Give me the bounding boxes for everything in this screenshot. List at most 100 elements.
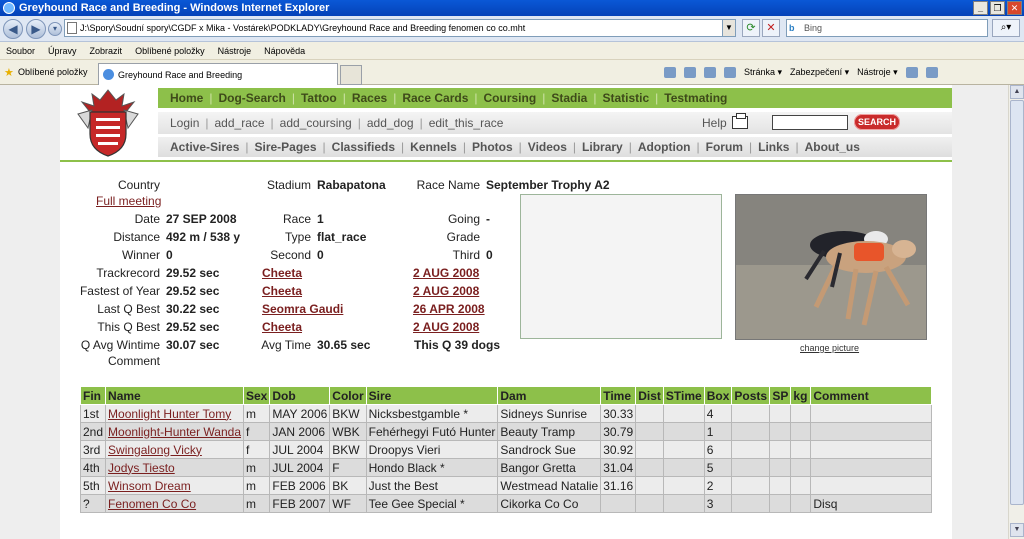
dog-link[interactable]: Winsom Dream (108, 479, 191, 493)
col-fin[interactable]: Fin (79, 386, 107, 405)
menu-security[interactable]: Zabezpečení ▾ (790, 67, 849, 78)
nav-race-cards[interactable]: Race Cards (402, 91, 468, 105)
col-name[interactable]: Name (105, 386, 244, 405)
dog-link[interactable]: Moonlight Hunter Tomy (108, 407, 231, 421)
nav-library[interactable]: Library (582, 140, 623, 154)
search-icon[interactable]: ⌕▾ (992, 19, 1020, 37)
nav-add-coursing[interactable]: add_coursing (280, 116, 352, 130)
stop-icon[interactable]: ✕ (762, 19, 780, 37)
help-icon[interactable] (905, 67, 918, 78)
vertical-scrollbar[interactable]: ▲ ▼ (1008, 85, 1024, 539)
col-sire[interactable]: Sire (365, 386, 499, 405)
close-button[interactable]: ✕ (1007, 1, 1022, 15)
greyhounds-image (736, 195, 926, 339)
menu-view[interactable]: Zobrazit (90, 46, 123, 56)
col-time[interactable]: Time (600, 386, 637, 405)
dog-link[interactable]: Fenomen Co Co (108, 497, 196, 511)
nav-coursing[interactable]: Coursing (484, 91, 537, 105)
nav-login[interactable]: Login (170, 116, 199, 130)
lastq-date-link[interactable]: 26 APR 2008 (413, 302, 485, 316)
col-stime[interactable]: STime (662, 386, 705, 405)
menu-file[interactable]: Soubor (6, 46, 35, 56)
menu-favorites[interactable]: Oblíbené položky (135, 46, 205, 56)
address-dropdown-icon[interactable]: ▼ (722, 19, 736, 37)
refresh-icon[interactable]: ⟳ (742, 19, 760, 37)
search-button[interactable]: SEARCH (854, 114, 900, 130)
col-posts[interactable]: Posts (731, 386, 771, 405)
scroll-down-icon[interactable]: ▼ (1010, 523, 1024, 537)
cell-name: Winsom Dream (105, 476, 244, 495)
video-placeholder[interactable] (520, 194, 722, 339)
col-color[interactable]: Color (329, 386, 367, 405)
mail-icon[interactable] (704, 67, 716, 78)
favorites-label[interactable]: Oblíbené položky (18, 67, 88, 77)
menu-cmd-tools[interactable]: Nástroje ▾ (857, 67, 898, 78)
trackrecord-date-link[interactable]: 2 AUG 2008 (413, 266, 479, 280)
print-icon[interactable] (724, 67, 736, 78)
col-dob[interactable]: Dob (269, 386, 331, 405)
menu-edit[interactable]: Úpravy (48, 46, 77, 56)
menu-help[interactable]: Nápověda (264, 46, 305, 56)
nav-links[interactable]: Links (758, 140, 789, 154)
nav-home[interactable]: Home (170, 91, 203, 105)
country-label: Country (117, 178, 160, 192)
nav-adoption[interactable]: Adoption (638, 140, 691, 154)
nav-sire-pages[interactable]: Sire-Pages (255, 140, 317, 154)
col-box[interactable]: Box (703, 386, 733, 405)
lastq-dog-link[interactable]: Seomra Gaudi (262, 302, 343, 316)
col-kg[interactable]: kg (790, 386, 812, 405)
browser-search-input[interactable]: b Bing (786, 19, 988, 37)
nav-forum[interactable]: Forum (706, 140, 743, 154)
forward-button[interactable]: ▶ (26, 18, 46, 39)
nav-photos[interactable]: Photos (472, 140, 513, 154)
col-sex[interactable]: Sex (242, 386, 271, 405)
scroll-thumb[interactable] (1010, 100, 1024, 505)
history-dropdown-icon[interactable]: ▾ (48, 21, 62, 36)
restore-button[interactable]: ❐ (990, 1, 1005, 15)
nav-stadia[interactable]: Stadia (551, 91, 587, 105)
col-comment[interactable]: Comment (810, 386, 932, 405)
thisq-value: 29.52 sec (166, 320, 220, 334)
full-meeting-link[interactable]: Full meeting (96, 194, 161, 208)
nav-dog-search[interactable]: Dog-Search (218, 91, 285, 105)
nav-classifieds[interactable]: Classifieds (332, 140, 395, 154)
menu-tools[interactable]: Nástroje (218, 46, 252, 56)
fastest-date-link[interactable]: 2 AUG 2008 (413, 284, 479, 298)
nav-statistic[interactable]: Statistic (602, 91, 649, 105)
dog-link[interactable]: Jodys Tiesto (108, 461, 175, 475)
nav-about-us[interactable]: About_us (805, 140, 860, 154)
nav-edit-this-race[interactable]: edit_this_race (429, 116, 504, 130)
nav-kennels[interactable]: Kennels (410, 140, 457, 154)
back-button[interactable]: ◀ (3, 18, 23, 39)
menu-page[interactable]: Stránka ▾ (744, 67, 782, 78)
nav-races[interactable]: Races (352, 91, 387, 105)
help-link[interactable]: Help (702, 116, 727, 130)
favorites-star-icon[interactable]: ★ (4, 66, 14, 79)
col-dam[interactable]: Dam (497, 386, 602, 405)
change-picture-link[interactable]: change picture (800, 343, 859, 353)
scroll-up-icon[interactable]: ▲ (1010, 85, 1024, 99)
dog-link[interactable]: Moonlight-Hunter Wanda (108, 425, 241, 439)
col-sp[interactable]: SP (769, 386, 792, 405)
nav-active-sires[interactable]: Active-Sires (170, 140, 239, 154)
minimize-button[interactable]: _ (973, 1, 988, 15)
nav-videos[interactable]: Videos (528, 140, 567, 154)
thisq-dog-link[interactable]: Cheeta (262, 320, 302, 334)
site-search-input[interactable] (772, 115, 848, 130)
home-icon[interactable] (664, 67, 676, 78)
dog-link[interactable]: Swingalong Vicky (108, 443, 202, 457)
new-tab-button[interactable] (340, 65, 362, 85)
print-page-icon[interactable] (732, 113, 748, 129)
nav-tattoo[interactable]: Tattoo (301, 91, 337, 105)
nav-add-race[interactable]: add_race (215, 116, 265, 130)
col-dist[interactable]: Dist (635, 386, 664, 405)
trackrecord-dog-link[interactable]: Cheeta (262, 266, 302, 280)
thisq-date-link[interactable]: 2 AUG 2008 (413, 320, 479, 334)
feeds-icon[interactable] (684, 67, 696, 78)
address-field[interactable]: J:\Spory\Soudní spory\CGDF x Mika - Vost… (64, 19, 736, 37)
nav-add-dog[interactable]: add_dog (367, 116, 414, 130)
fastest-dog-link[interactable]: Cheeta (262, 284, 302, 298)
tab-greyhound[interactable]: Greyhound Race and Breeding (98, 63, 338, 85)
nav-testmating[interactable]: Testmating (664, 91, 727, 105)
research-icon[interactable] (925, 67, 938, 78)
